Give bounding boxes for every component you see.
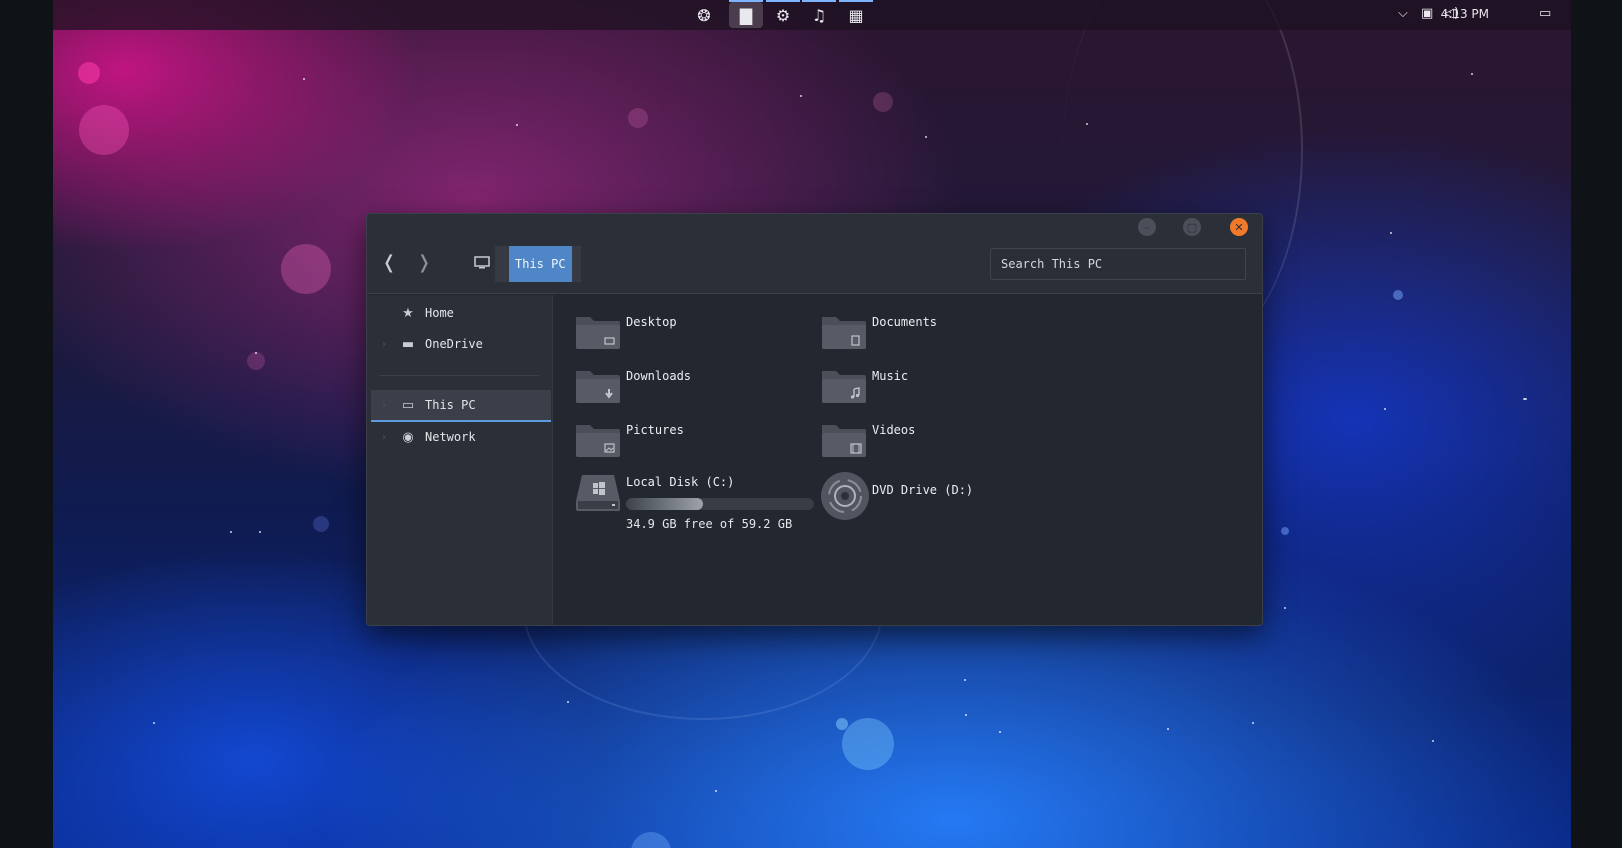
folder-videos[interactable]: Videos bbox=[820, 413, 1060, 463]
running-indicator bbox=[802, 0, 836, 2]
active-indicator bbox=[729, 0, 763, 2]
forward-button[interactable]: ❭ bbox=[414, 250, 434, 274]
folder-icon: ▬ bbox=[401, 336, 415, 352]
navigation-pane: ★ Home › ▬ OneDrive › ▭ This PC › ◉ Netw… bbox=[367, 295, 553, 625]
files-icon[interactable]: ▇ bbox=[729, 0, 763, 28]
folder-desktop[interactable]: Desktop bbox=[574, 305, 814, 355]
drive-local-disk-c[interactable]: Local Disk (C:) 34.9 GB free of 59.2 GB bbox=[574, 465, 834, 535]
running-indicator bbox=[839, 0, 873, 2]
folder-label: Downloads bbox=[626, 369, 692, 383]
close-button[interactable]: ✕ bbox=[1230, 218, 1248, 236]
content-area: Desktop Documents Downloads Music Pictur… bbox=[554, 295, 1262, 625]
folder-label: Videos bbox=[872, 423, 916, 437]
settings-icon[interactable]: ⚙ bbox=[766, 0, 800, 28]
music-icon[interactable]: ♫ bbox=[802, 0, 836, 28]
disk-usage-fill bbox=[626, 498, 704, 510]
tray-chevron-icon[interactable]: ⌵ bbox=[1398, 6, 1408, 21]
folder-pictures[interactable]: Pictures bbox=[574, 413, 814, 463]
folder-documents-icon bbox=[822, 317, 866, 349]
file-explorer-window: – ▢ ✕ ❬ ❭ This PC Search This PC ★ Home … bbox=[366, 213, 1263, 626]
files-glyph: ▇ bbox=[739, 5, 753, 25]
folder-music[interactable]: Music bbox=[820, 359, 1060, 409]
hard-drive-icon bbox=[576, 475, 620, 511]
drive-label: DVD Drive (D:) bbox=[872, 483, 974, 497]
computer-icon: ▭ bbox=[401, 397, 415, 413]
sidebar-item-home[interactable]: ★ Home bbox=[371, 297, 551, 329]
mixer-icon[interactable]: ▦ bbox=[839, 0, 873, 28]
minimize-button[interactable]: – bbox=[1138, 218, 1156, 236]
star-icon: ★ bbox=[402, 305, 414, 321]
folder-desktop-icon bbox=[576, 317, 620, 349]
clock[interactable]: 4:13 PM bbox=[1441, 7, 1489, 21]
search-input[interactable]: Search This PC bbox=[990, 248, 1246, 280]
disk-usage-bar bbox=[626, 498, 814, 510]
folder-downloads-icon bbox=[576, 371, 620, 403]
settings-glyph: ⚙ bbox=[775, 5, 791, 25]
network-icon[interactable]: ▣ bbox=[1421, 6, 1433, 21]
folder-downloads[interactable]: Downloads bbox=[574, 359, 814, 409]
dvd-disc-icon bbox=[821, 472, 869, 520]
folder-documents[interactable]: Documents bbox=[820, 305, 1060, 355]
expand-chevron-icon[interactable]: › bbox=[371, 432, 397, 443]
folder-label: Desktop bbox=[626, 315, 677, 329]
sidebar-item-network[interactable]: › ◉ Network bbox=[371, 421, 551, 453]
sidebar-item-label: Network bbox=[425, 430, 476, 444]
disk-free-text: 34.9 GB free of 59.2 GB bbox=[626, 517, 793, 531]
sidebar-divider bbox=[379, 375, 539, 376]
back-button[interactable]: ❬ bbox=[379, 250, 399, 274]
drive-label: Local Disk (C:) bbox=[626, 475, 735, 489]
folder-label: Music bbox=[872, 369, 909, 383]
notifications-icon[interactable]: ▭ bbox=[1539, 6, 1551, 21]
computer-icon bbox=[474, 256, 490, 269]
folder-videos-icon bbox=[822, 425, 866, 457]
running-indicator bbox=[766, 0, 800, 2]
folder-pictures-icon bbox=[576, 425, 620, 457]
mixer-glyph: ▦ bbox=[848, 5, 864, 25]
expand-chevron-icon[interactable]: › bbox=[371, 400, 397, 411]
drive-dvd-d[interactable]: DVD Drive (D:) bbox=[820, 471, 1060, 527]
maximize-button[interactable]: ▢ bbox=[1183, 218, 1201, 236]
sidebar-item-this-pc[interactable]: › ▭ This PC bbox=[371, 390, 551, 422]
sidebar-item-label: This PC bbox=[425, 398, 476, 412]
folder-music-icon bbox=[822, 371, 866, 403]
sidebar-item-label: Home bbox=[425, 306, 454, 320]
breadcrumb-this-pc[interactable]: This PC bbox=[509, 246, 572, 282]
music-glyph: ♫ bbox=[811, 5, 827, 25]
expand-chevron-icon[interactable]: › bbox=[371, 339, 397, 350]
top-taskbar: ❂ ▇ ⚙ ♫ ▦ ⌵ ▣ ◁) 4:13 PM ▭ bbox=[53, 0, 1571, 30]
ubuntu-icon[interactable]: ❂ bbox=[687, 2, 721, 28]
titlebar: – ▢ ✕ ❬ ❭ This PC Search This PC bbox=[367, 214, 1262, 294]
folder-label: Documents bbox=[872, 315, 938, 329]
sidebar-item-onedrive[interactable]: › ▬ OneDrive bbox=[371, 328, 551, 360]
network-globe-icon: ◉ bbox=[402, 429, 414, 445]
sidebar-item-label: OneDrive bbox=[425, 337, 483, 351]
folder-label: Pictures bbox=[626, 423, 684, 437]
